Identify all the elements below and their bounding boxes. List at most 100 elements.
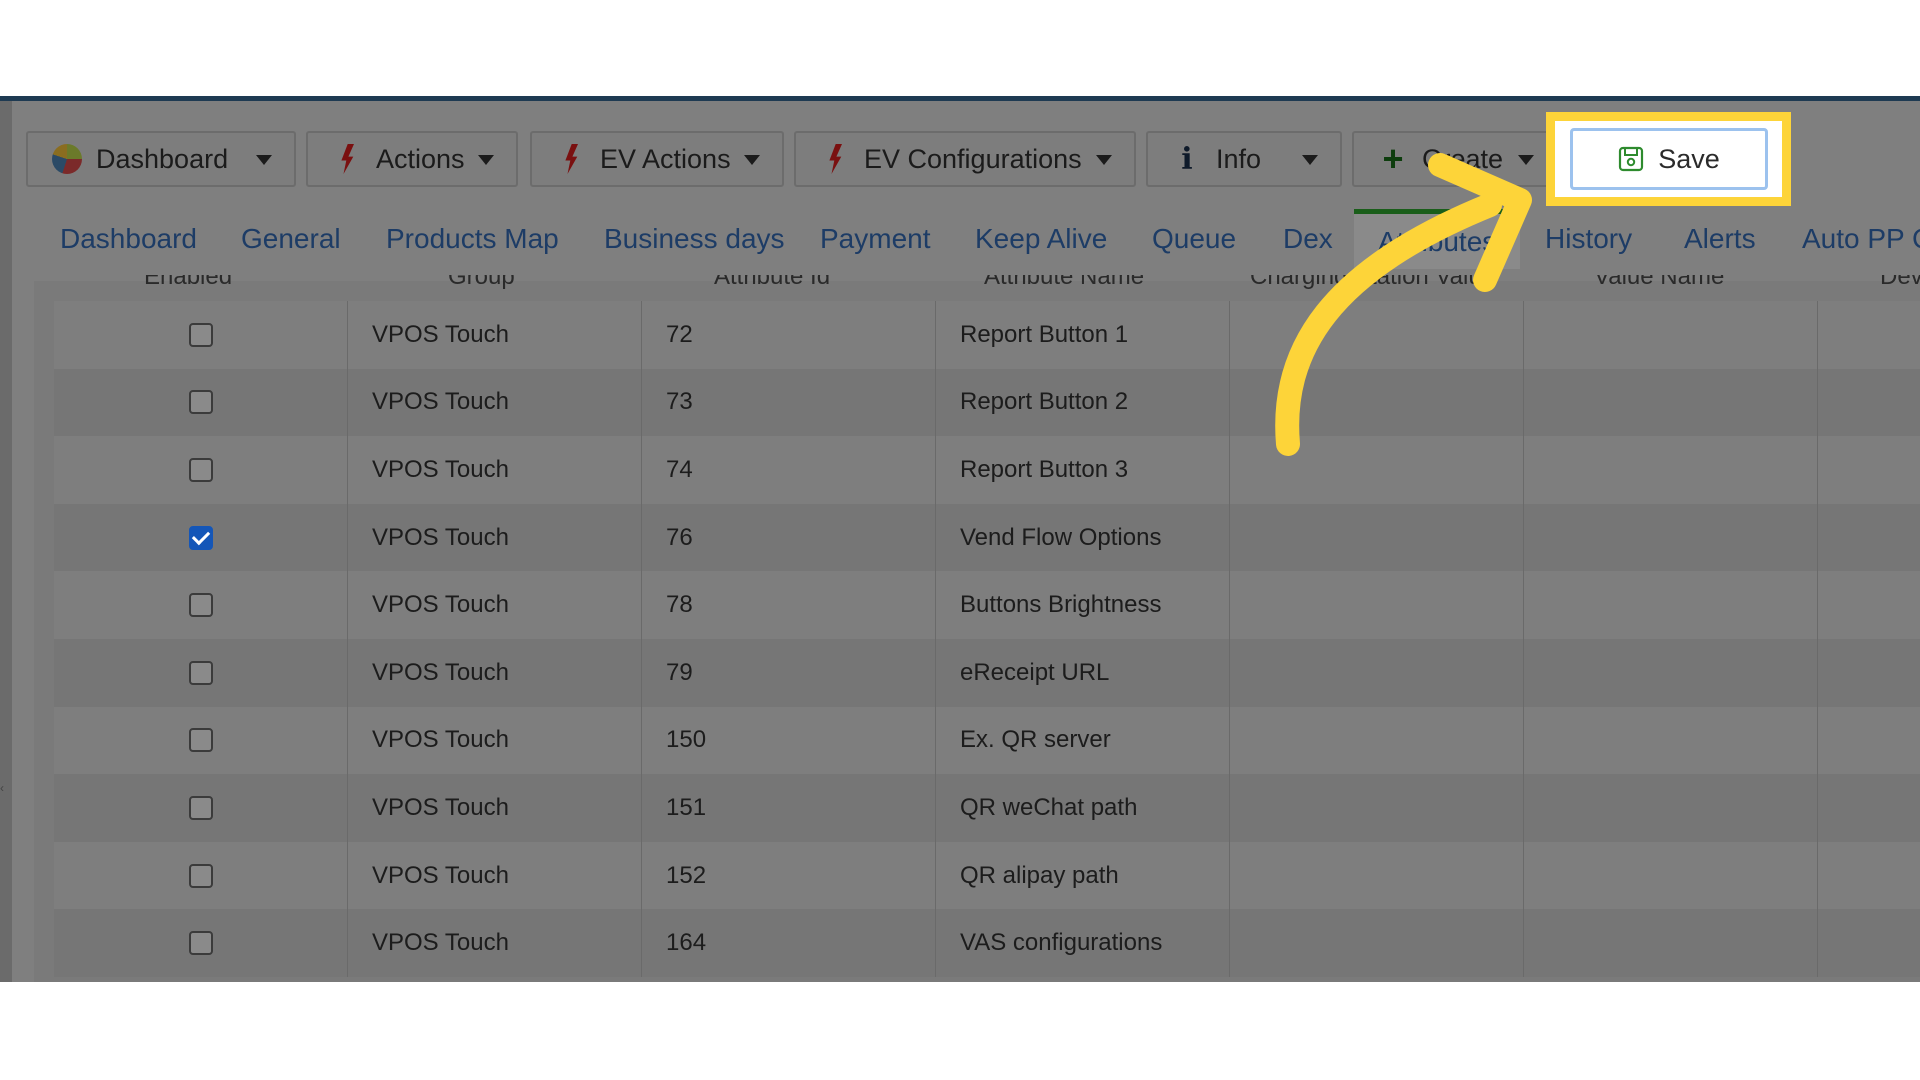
value-name-cell — [1524, 706, 1818, 775]
column-header-attribute-name[interactable]: Attribute Name — [984, 275, 1144, 291]
ev-actions-menu-button[interactable]: EV Actions — [530, 131, 784, 187]
tab-auto-pp[interactable]: Auto PP C — [1802, 209, 1920, 269]
info-menu-label: Info — [1216, 143, 1262, 174]
table-row[interactable]: VPOS Touch 73 Report Button 2 — [54, 368, 1920, 437]
dev-cell — [1818, 842, 1920, 910]
charging-station-value-cell[interactable] — [1230, 436, 1524, 504]
attribute-id-cell: 72 — [642, 301, 936, 369]
charging-station-value-cell[interactable] — [1230, 774, 1524, 842]
enabled-checkbox[interactable] — [188, 795, 213, 820]
caret-down-icon — [1518, 155, 1534, 165]
charging-station-value-cell[interactable] — [1230, 301, 1524, 369]
enabled-checkbox[interactable] — [188, 390, 213, 415]
table-row[interactable]: VPOS Touch 72 Report Button 1 — [54, 301, 1920, 369]
column-header-group[interactable]: Group — [448, 275, 515, 291]
attribute-name-cell: Vend Flow Options — [936, 503, 1230, 572]
tab-keep-alive[interactable]: Keep Alive — [975, 209, 1107, 269]
charging-station-value-cell[interactable] — [1230, 571, 1524, 639]
enabled-cell — [54, 638, 348, 707]
enabled-cell — [54, 436, 348, 504]
value-name-cell — [1524, 368, 1818, 437]
enabled-cell — [54, 301, 348, 369]
charging-station-value-cell[interactable] — [1230, 503, 1524, 572]
tab-history[interactable]: History — [1545, 209, 1632, 269]
dev-cell — [1818, 369, 1920, 437]
enabled-checkbox[interactable] — [188, 322, 213, 347]
column-header-charging-station-value[interactable]: Charging Station Value — [1250, 275, 1495, 291]
caret-down-icon — [256, 155, 272, 165]
actions-menu-button[interactable]: Actions — [306, 131, 518, 187]
attribute-name-cell: VAS configurations — [936, 909, 1230, 977]
attribute-id-cell: 74 — [642, 436, 936, 504]
attribute-id-cell: 79 — [642, 638, 936, 707]
tab-dashboard[interactable]: Dashboard — [60, 209, 197, 269]
lightning-icon — [818, 144, 852, 174]
table-row[interactable]: VPOS Touch 76 Vend Flow Options — [54, 503, 1920, 572]
table-row[interactable]: VPOS Touch 79 eReceipt URL — [54, 638, 1920, 707]
charging-station-value-cell[interactable] — [1230, 841, 1524, 910]
dev-cell — [1818, 436, 1920, 504]
tab-alerts[interactable]: Alerts — [1684, 209, 1756, 269]
value-name-cell — [1524, 638, 1818, 707]
create-menu-label: Create — [1422, 143, 1504, 174]
actions-menu-label: Actions — [376, 143, 465, 174]
enabled-cell — [54, 841, 348, 910]
enabled-checkbox[interactable] — [188, 931, 213, 956]
group-cell: VPOS Touch — [348, 706, 642, 775]
ev-configurations-menu-button[interactable]: EV Configurations — [794, 131, 1136, 187]
attribute-name-cell: Buttons Brightness — [936, 571, 1230, 639]
table-row[interactable]: VPOS Touch 151 QR weChat path — [54, 774, 1920, 842]
attribute-id-cell: 164 — [642, 909, 936, 977]
attribute-id-cell: 152 — [642, 841, 936, 910]
charging-station-value-cell[interactable] — [1230, 706, 1524, 775]
info-menu-button[interactable]: i Info — [1146, 131, 1342, 187]
save-button[interactable]: Save — [1570, 128, 1768, 190]
column-header-value-name[interactable]: Value Name — [1594, 275, 1724, 291]
attribute-id-cell: 73 — [642, 368, 936, 437]
table-row[interactable]: VPOS Touch 78 Buttons Brightness — [54, 571, 1920, 639]
table-row[interactable]: VPOS Touch 74 Report Button 3 — [54, 436, 1920, 504]
group-cell: VPOS Touch — [348, 436, 642, 504]
floppy-disk-icon — [1618, 146, 1644, 172]
column-header-dev[interactable]: Dev — [1880, 275, 1920, 291]
tab-queue[interactable]: Queue — [1152, 209, 1236, 269]
enabled-cell — [54, 774, 348, 842]
tab-general[interactable]: General — [241, 209, 341, 269]
chevron-left-icon: ‹ — [0, 781, 4, 795]
charging-station-value-cell[interactable] — [1230, 368, 1524, 437]
enabled-checkbox[interactable] — [188, 593, 213, 618]
tab-business-days[interactable]: Business days — [604, 209, 785, 269]
app-window: ‹ Dashboard Actions EV Actions EV Config… — [0, 96, 1920, 982]
enabled-checkbox[interactable] — [188, 660, 213, 685]
enabled-checkbox[interactable] — [188, 525, 213, 550]
create-menu-button[interactable]: + Create — [1352, 131, 1558, 187]
charging-station-value-cell[interactable] — [1230, 909, 1524, 977]
charging-station-value-cell[interactable] — [1230, 638, 1524, 707]
column-header-enabled[interactable]: Enabled — [144, 275, 232, 291]
tab-attributes[interactable]: Attributes — [1354, 209, 1521, 269]
group-cell: VPOS Touch — [348, 638, 642, 707]
enabled-checkbox[interactable] — [188, 863, 213, 888]
table-row[interactable]: VPOS Touch 164 VAS configurations — [54, 909, 1920, 977]
group-cell: VPOS Touch — [348, 909, 642, 977]
column-header-attribute-id[interactable]: Attribute Id — [714, 275, 830, 291]
enabled-cell — [54, 706, 348, 775]
enabled-checkbox[interactable] — [188, 457, 213, 482]
dev-cell — [1818, 909, 1920, 977]
attribute-name-cell: Report Button 3 — [936, 436, 1230, 504]
attribute-id-cell: 76 — [642, 503, 936, 572]
group-cell: VPOS Touch — [348, 301, 642, 369]
table-row[interactable]: VPOS Touch 152 QR alipay path — [54, 841, 1920, 910]
table-row[interactable]: VPOS Touch 150 Ex. QR server — [54, 706, 1920, 775]
value-name-cell — [1524, 841, 1818, 910]
attribute-name-cell: Report Button 1 — [936, 301, 1230, 369]
tab-products-map[interactable]: Products Map — [386, 209, 559, 269]
dashboard-menu-button[interactable]: Dashboard — [26, 131, 296, 187]
value-name-cell — [1524, 909, 1818, 977]
enabled-cell — [54, 368, 348, 437]
tab-dex[interactable]: Dex — [1283, 209, 1333, 269]
enabled-checkbox[interactable] — [188, 728, 213, 753]
tab-payment[interactable]: Payment — [820, 209, 931, 269]
attribute-name-cell: QR weChat path — [936, 774, 1230, 842]
dev-cell — [1818, 707, 1920, 775]
